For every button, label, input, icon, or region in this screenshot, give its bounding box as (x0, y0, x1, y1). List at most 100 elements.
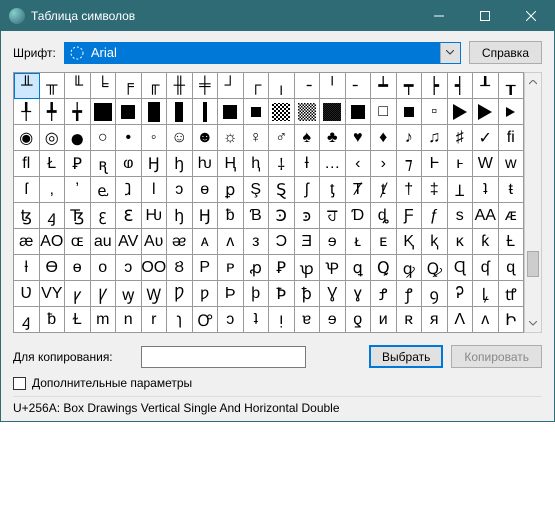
character-cell[interactable]: ✓ (473, 125, 499, 151)
character-cell[interactable]: Ꜿ (269, 203, 295, 229)
close-button[interactable] (508, 1, 554, 31)
character-cell[interactable]: Ɨ (295, 151, 321, 177)
scroll-track[interactable] (525, 91, 541, 314)
character-cell[interactable]: n (116, 307, 142, 333)
character-cell[interactable]: › (371, 151, 397, 177)
character-cell[interactable] (218, 99, 244, 125)
character-cell[interactable]: ɔ (167, 177, 193, 203)
character-cell[interactable]: ᴌ (346, 229, 372, 255)
titlebar[interactable]: Таблица символов (1, 1, 554, 31)
character-cell[interactable]: ꜿ (295, 203, 321, 229)
character-cell[interactable]: ꝷ (499, 281, 525, 307)
character-cell[interactable]: ╙ (65, 73, 91, 99)
character-cell[interactable]: Ł (40, 151, 66, 177)
character-cell[interactable]: ⁊ (397, 151, 423, 177)
character-cell[interactable]: ☼ (218, 125, 244, 151)
character-cell[interactable]: Ɓ (244, 203, 270, 229)
copy-button[interactable]: Копировать (451, 345, 542, 368)
character-cell[interactable] (448, 99, 474, 125)
scroll-down-button[interactable] (525, 314, 541, 332)
character-cell[interactable]: Ǝ (295, 229, 321, 255)
character-cell[interactable]: ♪ (397, 125, 423, 151)
character-cell[interactable]: ɘ (320, 307, 346, 333)
character-cell[interactable]: ⱹ (116, 177, 142, 203)
character-cell[interactable]: Ⱪ (397, 229, 423, 255)
character-cell[interactable]: Ȿ (269, 177, 295, 203)
character-cell[interactable]: ╈ (65, 99, 91, 125)
character-cell[interactable]: ╵ (320, 73, 346, 99)
character-cell[interactable]: ♀ (244, 125, 270, 151)
character-cell[interactable]: Ɔ (269, 229, 295, 255)
character-cell[interactable]: Aʋ (142, 229, 168, 255)
character-cell[interactable]: Ꜧ (142, 151, 168, 177)
character-cell[interactable]: ᴧ (473, 307, 499, 333)
character-cell[interactable]: Ꜧ (193, 203, 219, 229)
character-cell[interactable]: ᴏ (91, 255, 117, 281)
character-cell[interactable] (295, 99, 321, 125)
character-cell[interactable]: ᴈ (244, 229, 270, 255)
character-cell[interactable]: Ş (244, 177, 270, 203)
character-cell[interactable]: ╀ (14, 99, 40, 125)
character-cell[interactable] (244, 99, 270, 125)
character-cell[interactable]: ʌ (218, 229, 244, 255)
character-cell[interactable]: Ʇ (448, 177, 474, 203)
character-cell[interactable]: ╇ (40, 99, 66, 125)
character-cell[interactable]: ᴀ (193, 229, 219, 255)
character-cell[interactable]: ᴐ (116, 255, 142, 281)
character-cell[interactable]: Ɗ (346, 203, 372, 229)
character-cell[interactable]: æ (14, 229, 40, 255)
character-cell[interactable]: ʃ (295, 177, 321, 203)
character-cell[interactable]: ꝲ (473, 281, 499, 307)
character-cell[interactable]: Ƕ (142, 203, 168, 229)
character-cell[interactable]: ꝡ (116, 281, 142, 307)
character-cell[interactable]: au (91, 229, 117, 255)
character-cell[interactable]: OO (142, 255, 168, 281)
chevron-down-icon[interactable] (440, 43, 460, 63)
character-cell[interactable]: þ (244, 281, 270, 307)
character-cell[interactable]: ƚ (14, 255, 40, 281)
character-cell[interactable]: AV (116, 229, 142, 255)
character-cell[interactable]: ꜭ (14, 307, 40, 333)
character-cell[interactable]: ꜧ (167, 151, 193, 177)
character-cell[interactable]: Ȣ (167, 255, 193, 281)
character-cell[interactable]: Ꝑ (65, 151, 91, 177)
character-cell[interactable]: Ꝩ (91, 281, 117, 307)
character-cell[interactable]: w (499, 151, 525, 177)
character-cell[interactable]: ﬁ (499, 125, 525, 151)
character-cell[interactable]: ᴇ (371, 229, 397, 255)
character-cell[interactable]: ☺ (167, 125, 193, 151)
character-cell[interactable]: m (91, 307, 117, 333)
character-cell[interactable]: ƀ (40, 307, 66, 333)
character-cell[interactable]: ɐ (295, 307, 321, 333)
character-cell[interactable]: ꜫ (91, 203, 117, 229)
character-cell[interactable]: ƫ (320, 177, 346, 203)
scroll-thumb[interactable] (527, 251, 539, 277)
character-cell[interactable]: Ʋ (14, 281, 40, 307)
character-cell[interactable]: ꭆ (91, 151, 117, 177)
character-cell[interactable]: ‚ (40, 177, 66, 203)
character-cell[interactable] (91, 99, 117, 125)
character-cell[interactable]: ᴙ (422, 307, 448, 333)
character-cell[interactable]: ʇ (473, 177, 499, 203)
character-cell[interactable]: ꝕ (295, 255, 321, 281)
character-cell[interactable]: ᴁ (499, 203, 525, 229)
character-cell[interactable]: ┘ (218, 73, 244, 99)
character-cell[interactable]: ╪ (193, 73, 219, 99)
character-cell[interactable]: Ꝑ (269, 255, 295, 281)
character-cell[interactable]: ꝯ (422, 281, 448, 307)
character-cell[interactable]: ╥ (40, 73, 66, 99)
character-cell[interactable]: ꝙ (397, 255, 423, 281)
character-cell[interactable]: ŧ (499, 177, 525, 203)
character-cell[interactable]: Ꝥ (269, 281, 295, 307)
character-cell[interactable]: ╫ (167, 73, 193, 99)
character-cell[interactable]: W (473, 151, 499, 177)
character-cell[interactable]: ᴂ (167, 229, 193, 255)
character-cell[interactable]: ‹ (346, 151, 372, 177)
character-cell[interactable]: AO (40, 229, 66, 255)
character-cell[interactable]: ⱦ (371, 177, 397, 203)
character-cell[interactable]: Ɫ (65, 307, 91, 333)
character-cell[interactable]: ʠ (473, 255, 499, 281)
character-cell[interactable]: ſ (14, 177, 40, 203)
character-cell[interactable]: Ꝍ (193, 307, 219, 333)
character-cell[interactable]: ꜭ (40, 203, 66, 229)
